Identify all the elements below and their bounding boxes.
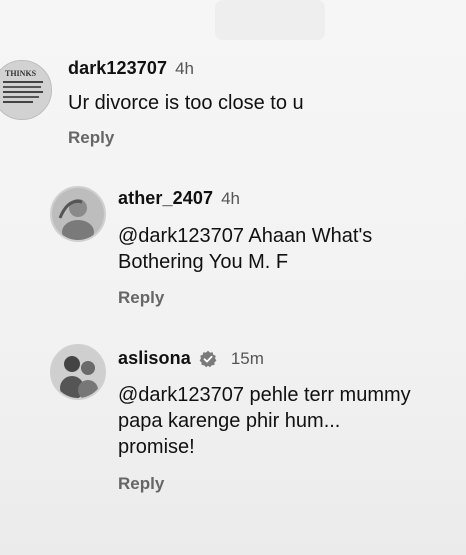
verified-badge-icon bbox=[199, 350, 217, 368]
comment-text: Ur divorce is too close to u bbox=[68, 92, 304, 114]
avatar-image bbox=[52, 346, 104, 398]
avatar-aslisona[interactable] bbox=[50, 344, 106, 400]
reply-button[interactable]: Reply bbox=[118, 474, 164, 494]
comment-meta: aslisona 15m bbox=[118, 348, 264, 369]
timestamp: 4h bbox=[175, 58, 195, 78]
comment-ather_2407: ather_2407 4h @dark123707 Ahaan What's B… bbox=[0, 170, 466, 330]
avatar-image bbox=[52, 188, 104, 240]
timestamp: 4h bbox=[221, 188, 240, 208]
avatar-ather_2407[interactable] bbox=[50, 186, 106, 242]
comment-text-line: promise! bbox=[118, 436, 195, 458]
comment-dark123707: THINKS dark123707 4h Ur divorce is too c… bbox=[0, 0, 466, 170]
reply-button[interactable]: Reply bbox=[68, 128, 114, 148]
blurred-area-bottom bbox=[40, 505, 270, 545]
avatar-text: THINKS bbox=[5, 69, 37, 78]
comment-meta: ather_2407 4h bbox=[118, 188, 240, 209]
username[interactable]: aslisona bbox=[118, 348, 191, 369]
comment-text-line: Bothering You M. F bbox=[118, 251, 289, 273]
comment-text-line: @dark123707 Ahaan What's bbox=[118, 225, 373, 247]
timestamp: 15m bbox=[230, 348, 264, 368]
comment-text: @dark123707 Ahaan What's Bothering You M… bbox=[118, 223, 372, 275]
comments-screen: THINKS dark123707 4h Ur divorce is too c… bbox=[0, 0, 466, 555]
comment-meta: dark123707 4h bbox=[68, 58, 194, 79]
username[interactable]: dark123707 bbox=[68, 58, 167, 79]
avatar-image: THINKS bbox=[0, 61, 51, 119]
comment-text-line: papa karenge phir hum... bbox=[118, 410, 341, 432]
comment-text: @dark123707 pehle terr mummy papa kareng… bbox=[118, 382, 411, 460]
reply-button[interactable]: Reply bbox=[118, 288, 164, 308]
comment-text-line: @dark123707 pehle terr mummy bbox=[118, 384, 411, 406]
username[interactable]: ather_2407 bbox=[118, 188, 213, 209]
comment-aslisona: aslisona 15m @dark123707 pehle terr mumm… bbox=[0, 330, 466, 505]
avatar-dark123707[interactable]: THINKS bbox=[0, 60, 52, 120]
